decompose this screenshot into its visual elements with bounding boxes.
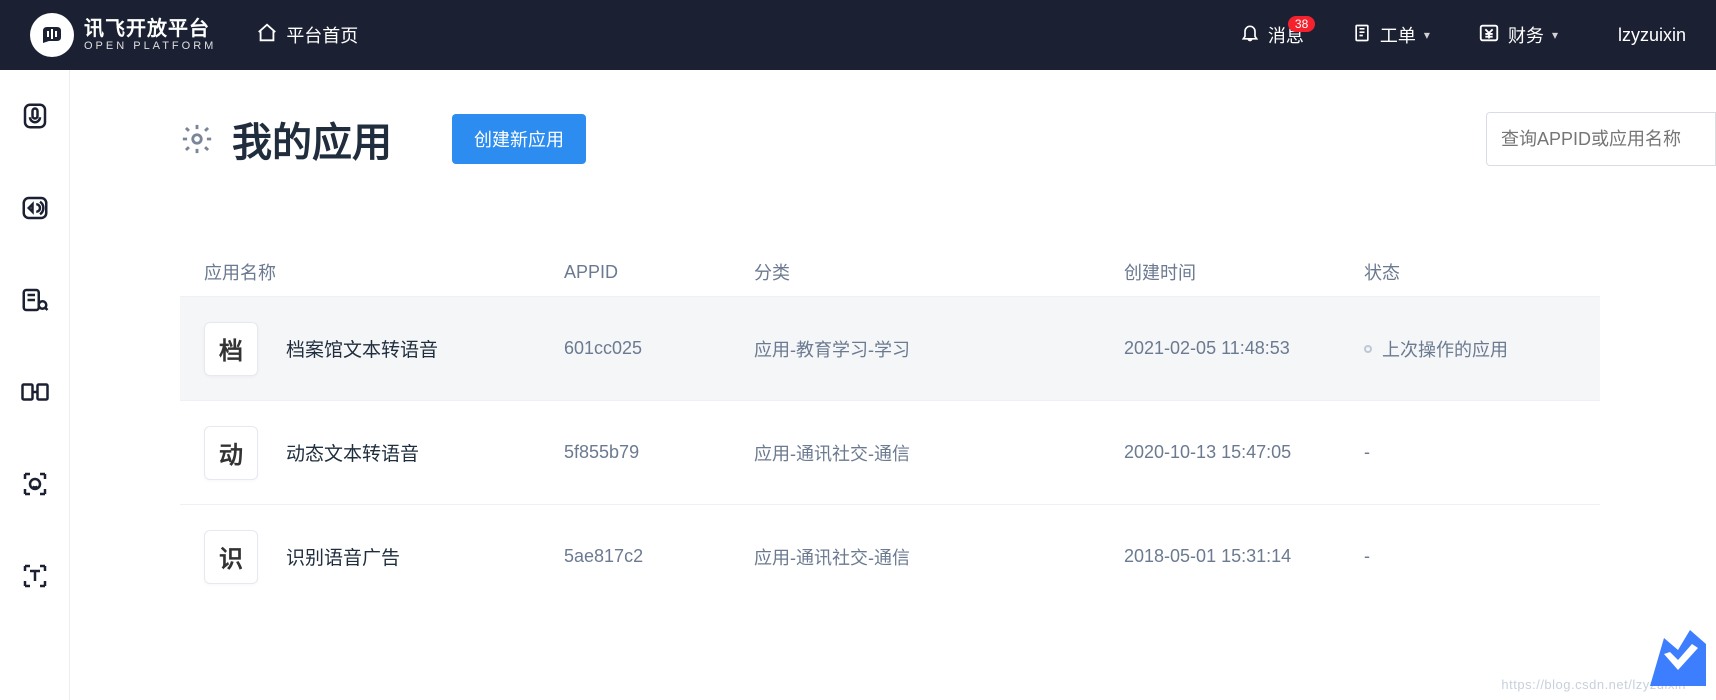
- search-box: [1486, 112, 1716, 166]
- brand-name-cn: 讯飞开放平台: [84, 18, 216, 40]
- finance-icon: [1478, 22, 1500, 49]
- app-category: 应用-通讯社交-通信: [754, 440, 1124, 466]
- app-category: 应用-教育学习-学习: [754, 336, 1124, 362]
- col-name: 应用名称: [204, 259, 564, 285]
- sidebar-item-tts[interactable]: [19, 192, 51, 224]
- top-header: 讯飞开放平台 OPEN PLATFORM 平台首页 消息 38 工单 ▾ 财务 …: [0, 0, 1716, 70]
- table-row[interactable]: 动 动态文本转语音 5f855b79应用-通讯社交-通信2020-10-13 15:…: [180, 400, 1600, 504]
- brand-logo[interactable]: 讯飞开放平台 OPEN PLATFORM: [30, 13, 216, 57]
- ticket-label: 工单: [1380, 22, 1416, 48]
- app-ctime: 2021-02-05 11:48:53: [1124, 338, 1364, 359]
- home-icon: [256, 22, 278, 49]
- col-appid: APPID: [564, 262, 754, 283]
- sidebar-item-text[interactable]: [19, 560, 51, 592]
- messages-badge: 38: [1288, 16, 1315, 32]
- app-name: 识别语音广告: [286, 543, 400, 570]
- home-link[interactable]: 平台首页: [256, 22, 358, 49]
- status-dot-icon: [1364, 345, 1372, 353]
- messages-link[interactable]: 消息 38: [1240, 22, 1304, 49]
- table-row[interactable]: 档 档案馆文本转语音 601cc025应用-教育学习-学习2021-02-05 11…: [180, 296, 1600, 400]
- app-glyph: 识: [204, 530, 258, 584]
- logo-icon: [30, 13, 74, 57]
- table-row[interactable]: 识 识别语音广告 5ae817c2应用-通讯社交-通信2018-05-01 15:3…: [180, 504, 1600, 608]
- sidebar-item-ocr[interactable]: [19, 284, 51, 316]
- finance-link[interactable]: 财务 ▾: [1478, 22, 1558, 49]
- ticket-icon: [1352, 22, 1372, 49]
- app-id: 601cc025: [564, 338, 754, 359]
- main-content: 我的应用 创建新应用 应用名称 APPID 分类 创建时间 状态 档 档案馆文本转…: [70, 70, 1716, 700]
- page-title: 我的应用: [232, 110, 392, 168]
- apps-table: 应用名称 APPID 分类 创建时间 状态 档档案馆文本转语音601cc025应…: [180, 248, 1600, 608]
- col-status: 状态: [1364, 259, 1576, 285]
- chevron-down-icon: ▾: [1424, 28, 1430, 42]
- app-status: 上次操作的应用: [1364, 336, 1576, 362]
- app-name: 档案馆文本转语音: [286, 335, 438, 362]
- sidebar-item-face[interactable]: [19, 468, 51, 500]
- ticket-link[interactable]: 工单 ▾: [1352, 22, 1430, 49]
- sidebar-item-ab[interactable]: [19, 376, 51, 408]
- search-input[interactable]: [1486, 112, 1716, 166]
- col-ctime: 创建时间: [1124, 259, 1364, 285]
- username-label: lzyzuixin: [1618, 25, 1686, 46]
- brand-name-en: OPEN PLATFORM: [84, 40, 216, 52]
- app-id: 5ae817c2: [564, 546, 754, 567]
- app-id: 5f855b79: [564, 442, 754, 463]
- finance-label: 财务: [1508, 22, 1544, 48]
- create-app-button[interactable]: 创建新应用: [452, 114, 586, 164]
- chevron-down-icon: ▾: [1552, 28, 1558, 42]
- app-category: 应用-通讯社交-通信: [754, 544, 1124, 570]
- gear-icon: [180, 122, 214, 156]
- app-status: -: [1364, 546, 1576, 567]
- app-ctime: 2018-05-01 15:31:14: [1124, 546, 1364, 567]
- bell-icon: [1240, 22, 1260, 49]
- app-status: -: [1364, 442, 1576, 463]
- col-category: 分类: [754, 259, 1124, 285]
- app-ctime: 2020-10-13 15:47:05: [1124, 442, 1364, 463]
- app-name: 动态文本转语音: [286, 439, 419, 466]
- float-badge-icon[interactable]: [1650, 630, 1706, 686]
- home-label: 平台首页: [286, 22, 358, 48]
- sidebar: [0, 70, 70, 700]
- table-header: 应用名称 APPID 分类 创建时间 状态: [180, 248, 1600, 296]
- user-menu[interactable]: lzyzuixin: [1618, 25, 1686, 46]
- app-glyph: 动: [204, 426, 258, 480]
- app-glyph: 档: [204, 322, 258, 376]
- sidebar-item-voice-input[interactable]: [19, 100, 51, 132]
